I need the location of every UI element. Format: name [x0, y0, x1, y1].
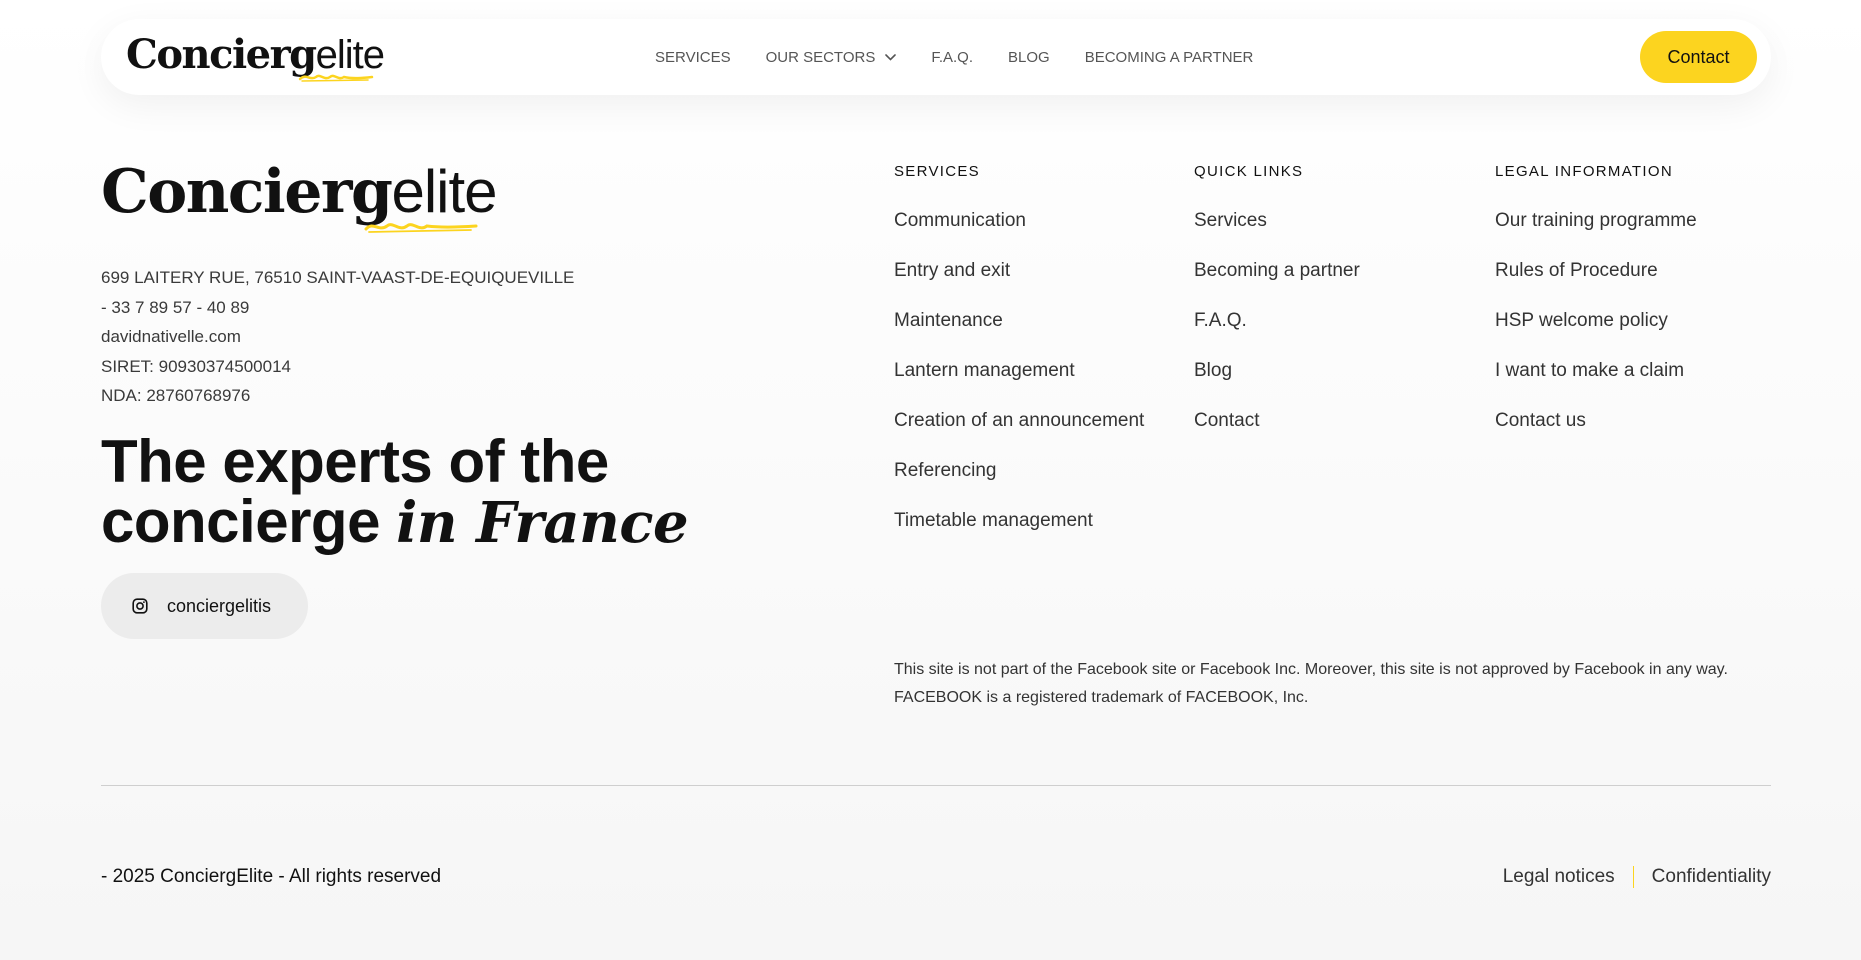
copyright-text: - 2025 ConciergElite - All rights reserv… — [101, 866, 442, 887]
footer-logo-wordmark: Conciergelite — [101, 157, 498, 227]
footer-link-hsp-welcome-policy[interactable]: HSP welcome policy — [1495, 309, 1697, 359]
nav-item-services[interactable]: SERVICES — [655, 49, 731, 66]
instagram-handle: conciergelitis — [167, 595, 272, 616]
footer-link-services[interactable]: Services — [1194, 209, 1360, 259]
legal-notices-link[interactable]: Legal notices — [1503, 866, 1615, 888]
footer-column-legal-information: LEGAL INFORMATION Our training programme… — [1495, 163, 1697, 459]
disclaimer-line-1: This site is not part of the Facebook si… — [894, 661, 1728, 678]
nav-item-blog[interactable]: BLOG — [1008, 49, 1050, 66]
header-logo[interactable]: Conciergelite — [126, 33, 385, 85]
footer-link-entry-and-exit[interactable]: Entry and exit — [894, 259, 1144, 309]
nav-item-faq[interactable]: F.A.Q. — [931, 49, 973, 66]
footer-link-creation-of-announcement[interactable]: Creation of an announcement — [894, 409, 1144, 459]
company-phone: - 33 7 89 57 - 40 89 — [101, 297, 250, 317]
company-address: 699 LAITERY RUE, 76510 SAINT-VAAST-DE-EQ… — [101, 268, 575, 287]
footer-divider — [101, 785, 1771, 786]
footer-link-timetable-management[interactable]: Timetable management — [894, 509, 1144, 559]
footer-link-communication[interactable]: Communication — [894, 209, 1144, 259]
tagline-line1: The experts of the — [101, 428, 609, 495]
facebook-disclaimer: This site is not part of the Facebook si… — [894, 656, 1774, 712]
footer-link-rules-of-procedure[interactable]: Rules of Procedure — [1495, 259, 1697, 309]
column-title: LEGAL INFORMATION — [1495, 163, 1673, 180]
nav-item-becoming-a-partner[interactable]: BECOMING A PARTNER — [1085, 49, 1254, 66]
footer-logo[interactable]: Conciergelite — [101, 157, 498, 240]
footer-link-contact-us[interactable]: Contact us — [1495, 409, 1697, 459]
instagram-button[interactable]: conciergelitis — [101, 573, 308, 639]
footer-link-becoming-a-partner[interactable]: Becoming a partner — [1194, 259, 1360, 309]
disclaimer-line-2: FACEBOOK is a registered trademark of FA… — [894, 689, 1309, 706]
footer-link-blog[interactable]: Blog — [1194, 359, 1360, 409]
company-nda: NDA: 28760768976 — [101, 386, 251, 405]
footer-link-faq[interactable]: F.A.Q. — [1194, 309, 1360, 359]
chevron-down-icon — [885, 53, 897, 61]
column-title: SERVICES — [894, 163, 980, 180]
footer-column-services: SERVICES Communication Entry and exit Ma… — [894, 163, 1144, 559]
company-contact-info: 699 LAITERY RUE, 76510 SAINT-VAAST-DE-EQ… — [101, 263, 574, 411]
column-title: QUICK LINKS — [1194, 163, 1304, 180]
footer-link-referencing[interactable]: Referencing — [894, 459, 1144, 509]
footer-link-contact[interactable]: Contact — [1194, 409, 1360, 459]
legal-links-separator — [1632, 866, 1634, 888]
footer-column-quick-links: QUICK LINKS Services Becoming a partner … — [1194, 163, 1360, 459]
instagram-icon — [132, 598, 148, 614]
top-navbar: Conciergelite SERVICES OUR SECTORS F.A.Q… — [101, 19, 1771, 95]
confidentiality-link[interactable]: Confidentiality — [1652, 866, 1771, 888]
logo-swoosh-icon — [298, 74, 374, 82]
footer-link-make-a-claim[interactable]: I want to make a claim — [1495, 359, 1697, 409]
footer-link-lantern-management[interactable]: Lantern management — [894, 359, 1144, 409]
bottom-legal-links: Legal notices Confidentiality — [1503, 866, 1771, 888]
company-website: davidnativelle.com — [101, 327, 241, 346]
footer-tagline: The experts of the concierge in France — [101, 432, 721, 556]
nav-item-our-sectors[interactable]: OUR SECTORS — [766, 49, 897, 66]
company-siret: SIRET: 90930374500014 — [101, 356, 291, 376]
footer-link-training-programme[interactable]: Our training programme — [1495, 209, 1697, 259]
footer-link-maintenance[interactable]: Maintenance — [894, 309, 1144, 359]
main-menu: SERVICES OUR SECTORS F.A.Q. BLOG BECOMIN… — [655, 19, 1253, 95]
tagline-line2: concierge — [101, 488, 397, 555]
page: Conciergelite SERVICES OUR SECTORS F.A.Q… — [0, 0, 1861, 960]
tagline-emphasis: in France — [396, 490, 689, 556]
contact-button[interactable]: Contact — [1640, 31, 1757, 83]
logo-swoosh-icon — [364, 223, 478, 233]
